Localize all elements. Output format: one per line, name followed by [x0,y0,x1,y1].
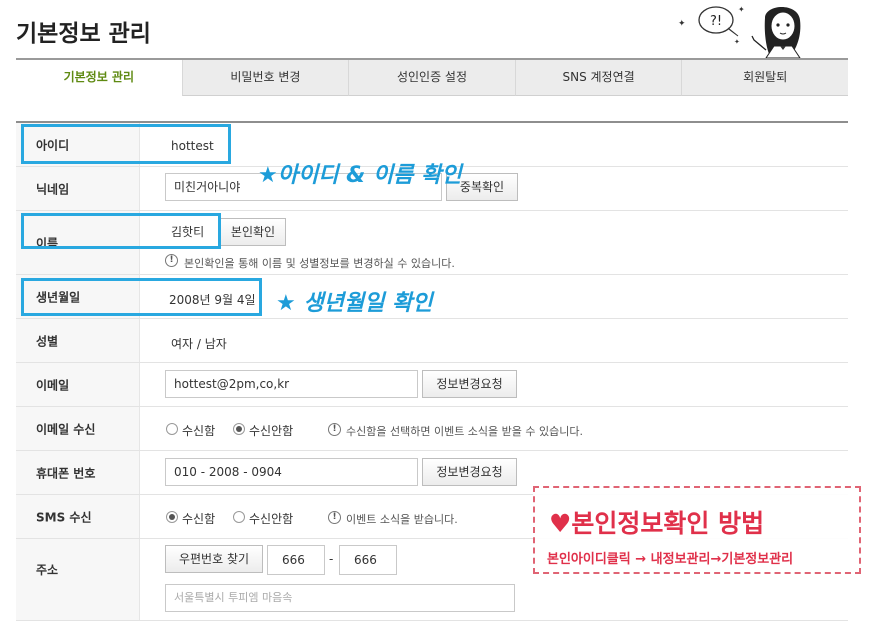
phone-label: 휴대폰 번호 [36,466,96,480]
address-detail-input[interactable]: 서울특별시 투피엠 마음속 [165,584,515,612]
zipcode-dash: - [329,552,334,566]
email-input[interactable]: hottest@2pm,co,kr [165,370,418,398]
sms-receive-notice: 이벤트 소식을 받습니다. [346,513,458,526]
girl-cartoon-illustration: ?! ✦ ✦ ✦ [678,5,801,58]
tab-password-change[interactable]: 비밀번호 변경 [181,60,349,96]
tab-basic-info[interactable]: 기본정보 관리 [16,60,182,96]
guide-steps: 본인아이디클릭 → 내정보관리→기본정보관리 [547,552,794,567]
page-title: 기본정보 관리 [16,21,151,47]
sms-receive-no-label: 수신안함 [249,512,294,526]
email-receive-yes-label: 수신함 [182,424,216,438]
svg-text:✦: ✦ [738,5,745,14]
svg-text:✦: ✦ [678,19,686,29]
row-email: 이메일 hottest@2pm,co,kr 정보변경요청 [16,363,848,407]
info-icon: ! [328,511,341,524]
row-gender: 성별 여자 / 남자 [16,319,848,363]
speech-bubble-text: ?! [710,14,722,29]
info-icon: ! [328,423,341,436]
highlight-name-box [21,213,221,249]
zipcode-second-input[interactable]: 666 [339,545,397,575]
guide-title: ♥본인정보확인 방법 [549,504,764,540]
sms-receive-no-radio[interactable] [233,511,245,523]
guide-title-text: 본인정보확인 방법 [571,509,765,538]
row-email-receive: 이메일 수신 수신함 수신안함 ! 수신함을 선택하면 이벤트 소식을 받을 수… [16,407,848,451]
email-receive-yes-radio[interactable] [166,423,178,435]
tab-bar: 기본정보 관리 비밀번호 변경 성인인증 설정 SNS 계정연결 회원탈퇴 [16,60,848,96]
annotation-birth: ★ 생년월일 확인 [276,291,433,316]
zipcode-first-input[interactable]: 666 [267,545,325,575]
gender-value: 여자 / 남자 [171,337,227,351]
sms-receive-yes-radio[interactable] [166,511,178,523]
email-change-request-button[interactable]: 정보변경요청 [422,370,517,398]
sms-receive-label: SMS 수신 [36,510,92,524]
phone-input[interactable]: 010 - 2008 - 0904 [165,458,418,486]
highlight-birth-box [21,278,262,316]
annotation-id-name: ★아이디 & 이름 확인 [258,163,462,188]
info-icon: ! [165,254,178,267]
email-receive-notice: 수신함을 선택하면 이벤트 소식을 받을 수 있습니다. [346,425,583,438]
identity-verify-button[interactable]: 본인확인 [220,218,286,246]
email-receive-no-radio[interactable] [233,423,245,435]
phone-change-request-button[interactable]: 정보변경요청 [422,458,517,486]
sms-receive-yes-label: 수신함 [182,512,216,526]
heart-icon: ♥ [549,509,572,538]
nickname-label: 닉네임 [36,182,70,196]
tab-withdraw[interactable]: 회원탈퇴 [681,60,848,96]
guide-stamp: ♥본인정보확인 방법 본인아이디클릭 → 내정보관리→기본정보관리 [533,486,861,574]
email-receive-label: 이메일 수신 [36,422,96,436]
zipcode-search-button[interactable]: 우편번호 찾기 [165,545,263,573]
tab-sns-link[interactable]: SNS 계정연결 [514,60,682,96]
svg-text:✦: ✦ [734,38,740,46]
email-receive-no-label: 수신안함 [249,424,294,438]
highlight-id-box [21,124,231,164]
email-label: 이메일 [36,378,70,392]
address-label: 주소 [36,563,59,577]
name-notice: 본인확인을 통해 이름 및 성별정보를 변경하실 수 있습니다. [184,257,455,270]
gender-label: 성별 [36,334,59,348]
tab-adult-verification[interactable]: 성인인증 설정 [348,60,515,96]
